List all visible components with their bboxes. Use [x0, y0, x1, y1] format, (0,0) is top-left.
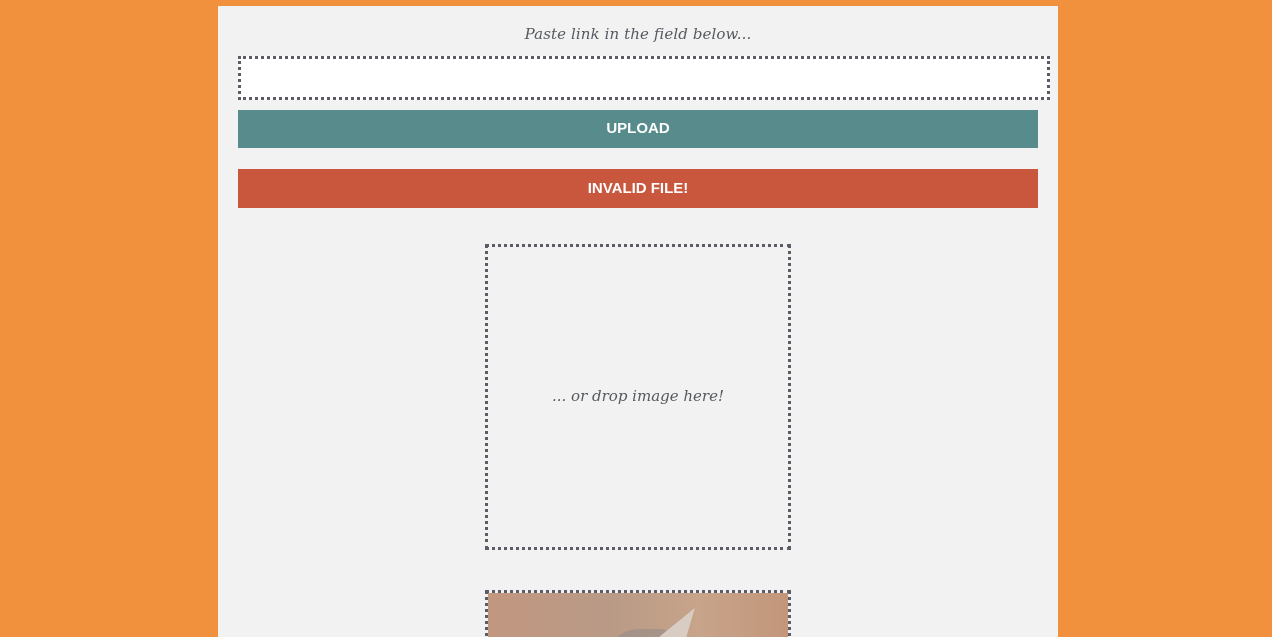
drop-zone-label: ... or drop image here! [551, 387, 725, 405]
paste-link-prompt: Paste link in the field below... [524, 25, 752, 43]
image-drop-zone[interactable]: ... or drop image here! [485, 244, 791, 550]
invalid-file-error-banner: INVALID FILE! [238, 169, 1038, 208]
cat-photo-image [488, 593, 788, 637]
image-preview [485, 590, 791, 637]
image-url-input[interactable] [238, 56, 1050, 100]
upload-button[interactable]: UPLOAD [238, 110, 1038, 148]
upload-panel: Paste link in the field below... UPLOAD … [218, 6, 1058, 637]
